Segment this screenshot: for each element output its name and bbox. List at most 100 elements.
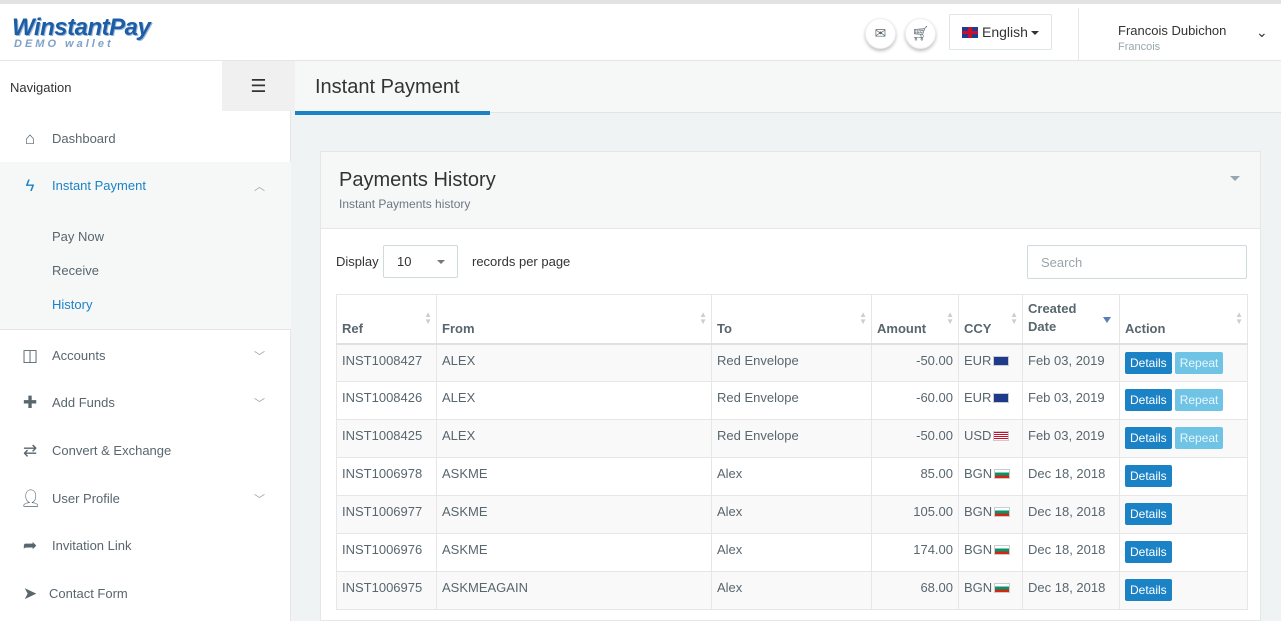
cell-amount: -50.00 [871, 343, 959, 382]
cell-action: Details [1119, 533, 1248, 572]
cell-from: ASKME [436, 495, 712, 534]
sort-icon: ▲ ▼ [946, 310, 954, 326]
uk-flag-icon [962, 27, 978, 38]
sidebar: Navigation ☰ ⌂ Dashboard ϟ Instant Payme… [0, 61, 295, 621]
caret-down-icon [1030, 31, 1039, 35]
eu-flag-icon [993, 355, 1010, 366]
sidebar-item-label: Invitation Link [52, 538, 132, 553]
sidebar-item-label: Convert & Exchange [52, 443, 172, 458]
cell-action: Details [1119, 457, 1248, 496]
header-label: Ref [342, 320, 363, 336]
sidebar-header: Navigation ☰ [0, 61, 295, 111]
cell-from: ALEX [436, 343, 712, 382]
cell-ccy: USD [958, 419, 1023, 458]
cell-amount: 174.00 [871, 533, 959, 572]
details-button[interactable]: Details [1125, 427, 1172, 449]
sidebar-item-label: Add Funds [52, 395, 115, 410]
sidebar-subitem-pay-now[interactable]: Pay Now [52, 229, 104, 244]
chevron-up-icon: ︿ [254, 181, 265, 193]
repeat-button[interactable]: Repeat [1174, 389, 1224, 411]
cell-ccy: BGN [958, 457, 1023, 496]
sidebar-item-accounts[interactable]: ◫ Accounts ﹀ [0, 332, 291, 380]
ccy-code: EUR [964, 352, 992, 368]
repeat-button[interactable]: Repeat [1174, 351, 1224, 374]
sidebar-item-dashboard[interactable]: ⌂ Dashboard [0, 115, 291, 163]
sidebar-item-invitation-link[interactable]: ➦ Invitation Link [0, 522, 291, 570]
details-button[interactable]: Details [1125, 389, 1172, 411]
cell-amount: -60.00 [871, 381, 959, 420]
records-per-page-label: records per page [472, 254, 571, 269]
sidebar-item-add-funds[interactable]: ✚ Add Funds ﹀ [0, 379, 291, 427]
cell-from: ASKMEAGAIN [436, 571, 712, 610]
exchange-icon: ⇄ [22, 441, 38, 460]
payments-history-panel: Payments History Instant Payments histor… [320, 151, 1261, 621]
cart-button[interactable]: 🛒︎ [905, 18, 936, 49]
details-button[interactable]: Details [1125, 503, 1172, 525]
details-button[interactable]: Details [1125, 579, 1172, 601]
menu-toggle-button[interactable]: ☰ [222, 61, 295, 111]
sidebar-subitem-receive[interactable]: Receive [52, 263, 99, 278]
page-title: Instant Payment [315, 76, 460, 98]
cell-action: Details Repeat [1119, 343, 1248, 382]
table-row: INST1008427 ALEX Red Envelope -50.00 EUR… [336, 343, 1248, 382]
sort-desc-icon [1103, 317, 1111, 323]
column-header-ccy[interactable]: CCY ▲ ▼ [958, 294, 1023, 345]
repeat-button[interactable]: Repeat [1174, 427, 1224, 449]
collapse-caret-icon[interactable] [1230, 176, 1240, 181]
panel-subtitle: Instant Payments history [339, 197, 471, 211]
bg-flag-icon [994, 583, 1011, 593]
chevron-down-icon: ﹀ [254, 351, 265, 363]
cell-action: Details [1119, 495, 1248, 534]
home-icon: ⌂ [24, 129, 36, 148]
header-label: Action [1125, 320, 1166, 336]
ccy-code: BGN [964, 580, 993, 595]
sort-icon: ▲ ▼ [699, 310, 707, 326]
details-button[interactable]: Details [1125, 351, 1172, 374]
cell-ccy: BGN [958, 571, 1023, 610]
chevron-down-icon[interactable]: ⌄ [1256, 24, 1268, 41]
eu-flag-icon [993, 393, 1010, 403]
cell-to: Alex [711, 495, 872, 534]
sidebar-item-convert-exchange[interactable]: ⇄ Convert & Exchange [0, 427, 291, 475]
column-header-to[interactable]: To ▲ ▼ [711, 294, 872, 345]
details-button[interactable]: Details [1125, 541, 1172, 563]
messages-button[interactable]: ✉ [865, 18, 896, 49]
table-row: INST1008425 ALEX Red Envelope -50.00 USD… [336, 419, 1248, 458]
header-label: Created Date [1028, 300, 1077, 334]
sidebar-item-label: Contact Form [49, 586, 128, 601]
column-header-created-date[interactable]: Created Date [1022, 294, 1120, 345]
details-button[interactable]: Details [1125, 465, 1172, 487]
cell-date: Dec 18, 2018 [1022, 533, 1120, 572]
bg-flag-icon [994, 507, 1011, 517]
logo-subtitle: DEMO wallet [14, 38, 114, 50]
cell-ccy: EUR [958, 381, 1023, 420]
active-tab-indicator [295, 111, 490, 115]
bolt-icon: ϟ [25, 176, 35, 195]
sidebar-item-instant-payment[interactable]: ϟ Instant Payment ︿ [0, 162, 291, 210]
cell-from: ALEX [436, 419, 712, 458]
column-header-amount[interactable]: Amount ▲ ▼ [871, 294, 959, 345]
page-size-select[interactable]: 10 [383, 245, 458, 278]
cell-amount: 105.00 [871, 495, 959, 534]
hamburger-icon: ☰ [250, 76, 267, 96]
sidebar-item-label: User Profile [52, 491, 120, 506]
language-dropdown[interactable]: English [949, 14, 1052, 50]
cell-ref: INST1008425 [336, 419, 437, 458]
sort-icon: ▲ ▼ [1235, 310, 1243, 326]
search-input[interactable] [1027, 245, 1247, 279]
cell-date: Dec 18, 2018 [1022, 571, 1120, 610]
column-header-action[interactable]: Action ▲ ▼ [1119, 294, 1248, 345]
language-label: English [982, 24, 1028, 40]
sidebar-subitem-history[interactable]: History [52, 297, 92, 312]
sidebar-item-contact-form[interactable]: ➤ Contact Form [0, 570, 291, 618]
sidebar-item-user-profile[interactable]: 👤︎ User Profile ﹀ [0, 475, 291, 523]
bg-flag-icon [994, 545, 1011, 555]
payments-table: Ref ▲ ▼ From ▲ ▼ To ▲ ▼ Amount ▲ ▼ CCY ▲ ▼ Created… [336, 294, 1248, 610]
cell-to: Red Envelope [711, 381, 872, 420]
column-header-ref[interactable]: Ref ▲ ▼ [336, 294, 437, 345]
ccy-code: BGN [964, 542, 993, 557]
bg-flag-icon [994, 469, 1011, 479]
column-header-from[interactable]: From ▲ ▼ [436, 294, 712, 345]
ccy-code: USD [964, 428, 992, 443]
logo[interactable]: WinstantPay DEMO wallet [12, 14, 152, 54]
